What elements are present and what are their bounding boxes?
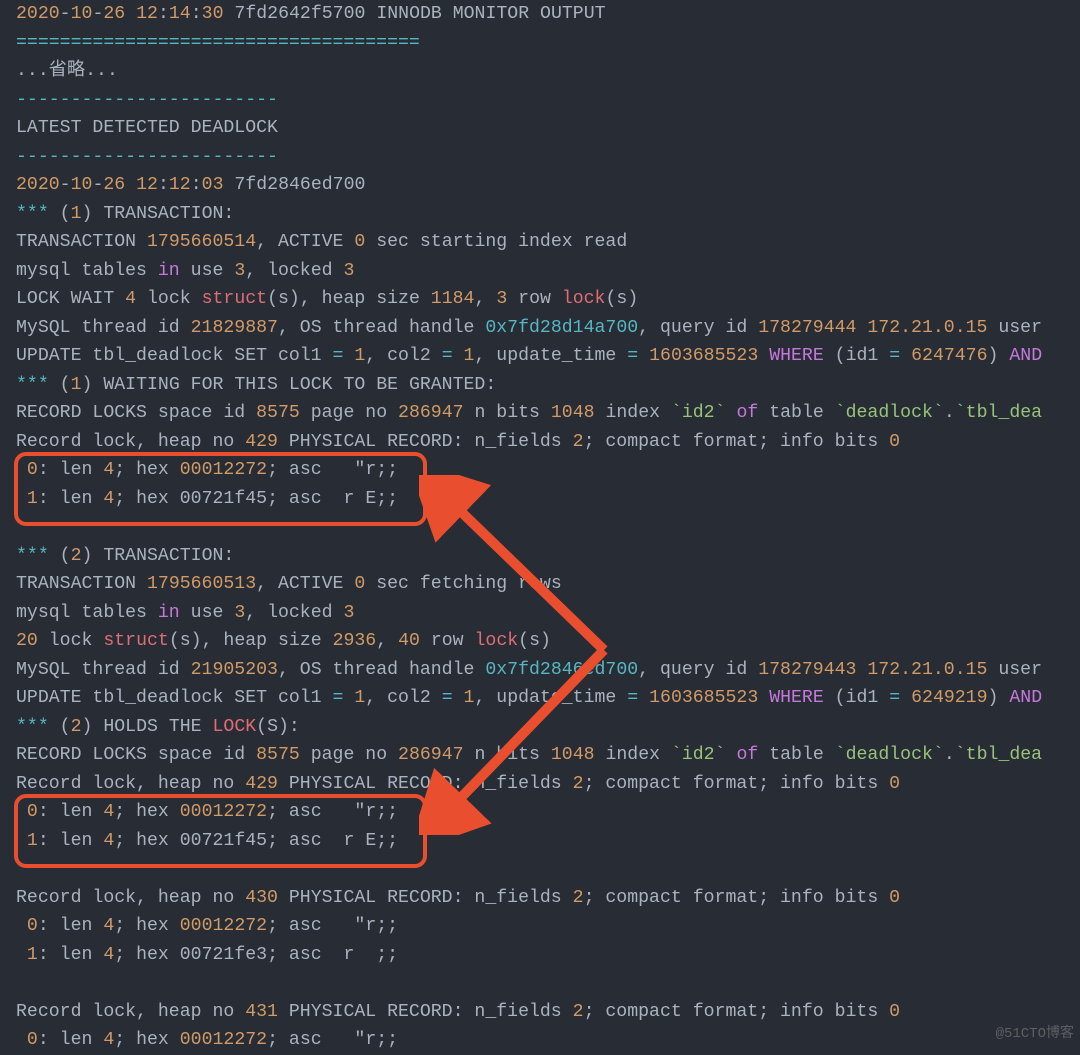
line: *** (1) TRANSACTION: bbox=[16, 204, 234, 224]
line: 1: len 4; hex 00721fe3; asc r ;; bbox=[16, 945, 398, 965]
line: UPDATE tbl_deadlock SET col1 = 1, col2 =… bbox=[16, 346, 1053, 366]
watermark: @51CTO博客 bbox=[996, 1020, 1074, 1049]
line: 2020-10-26 12:14:30 7fd2642f5700 INNODB … bbox=[16, 4, 606, 24]
terminal-output: 2020-10-26 12:14:30 7fd2642f5700 INNODB … bbox=[0, 0, 1080, 1055]
line: RECORD LOCKS space id 8575 page no 28694… bbox=[16, 745, 1042, 765]
line: TRANSACTION 1795660514, ACTIVE 0 sec sta… bbox=[16, 232, 627, 252]
line: Record lock, heap no 429 PHYSICAL RECORD… bbox=[16, 432, 900, 452]
section-title: LATEST DETECTED DEADLOCK bbox=[16, 118, 278, 138]
line: LOCK WAIT 4 lock struct(s), heap size 11… bbox=[16, 289, 638, 309]
line: *** (2) HOLDS THE LOCK(S): bbox=[16, 717, 300, 737]
log-content: 2020-10-26 12:14:30 7fd2642f5700 INNODB … bbox=[16, 0, 1064, 1055]
line: MySQL thread id 21905203, OS thread hand… bbox=[16, 660, 1042, 680]
line: mysql tables in use 3, locked 3 bbox=[16, 603, 354, 623]
line: UPDATE tbl_deadlock SET col1 = 1, col2 =… bbox=[16, 688, 1042, 708]
line: 1: len 4; hex 00721f45; asc r E;; bbox=[16, 831, 398, 851]
line: *** (1) WAITING FOR THIS LOCK TO BE GRAN… bbox=[16, 375, 496, 395]
line: MySQL thread id 21829887, OS thread hand… bbox=[16, 318, 1042, 338]
line: 2020-10-26 12:12:03 7fd2846ed700 bbox=[16, 175, 365, 195]
line: ...省略... bbox=[16, 61, 118, 81]
line: *** (2) TRANSACTION: bbox=[16, 546, 234, 566]
divider: ------------------------ bbox=[16, 90, 278, 110]
line: Record lock, heap no 430 PHYSICAL RECORD… bbox=[16, 888, 900, 908]
divider: ===================================== bbox=[16, 33, 420, 53]
divider: ------------------------ bbox=[16, 147, 278, 167]
line: 0: len 4; hex 00012272; asc "r;; bbox=[16, 802, 398, 822]
year: 2020 bbox=[16, 4, 60, 24]
line: 0: len 4; hex 00012272; asc "r;; bbox=[16, 460, 398, 480]
line: RECORD LOCKS space id 8575 page no 28694… bbox=[16, 403, 1042, 423]
line: mysql tables in use 3, locked 3 bbox=[16, 261, 354, 281]
line: TRANSACTION 1795660513, ACTIVE 0 sec fet… bbox=[16, 574, 562, 594]
line: 20 lock struct(s), heap size 2936, 40 ro… bbox=[16, 631, 551, 651]
line: 0: len 4; hex 00012272; asc "r;; bbox=[16, 916, 398, 936]
line: Record lock, heap no 429 PHYSICAL RECORD… bbox=[16, 774, 900, 794]
line: 1: len 4; hex 00721f45; asc r E;; bbox=[16, 489, 398, 509]
line: 0: len 4; hex 00012272; asc "r;; bbox=[16, 1030, 398, 1050]
line: Record lock, heap no 431 PHYSICAL RECORD… bbox=[16, 1002, 900, 1022]
